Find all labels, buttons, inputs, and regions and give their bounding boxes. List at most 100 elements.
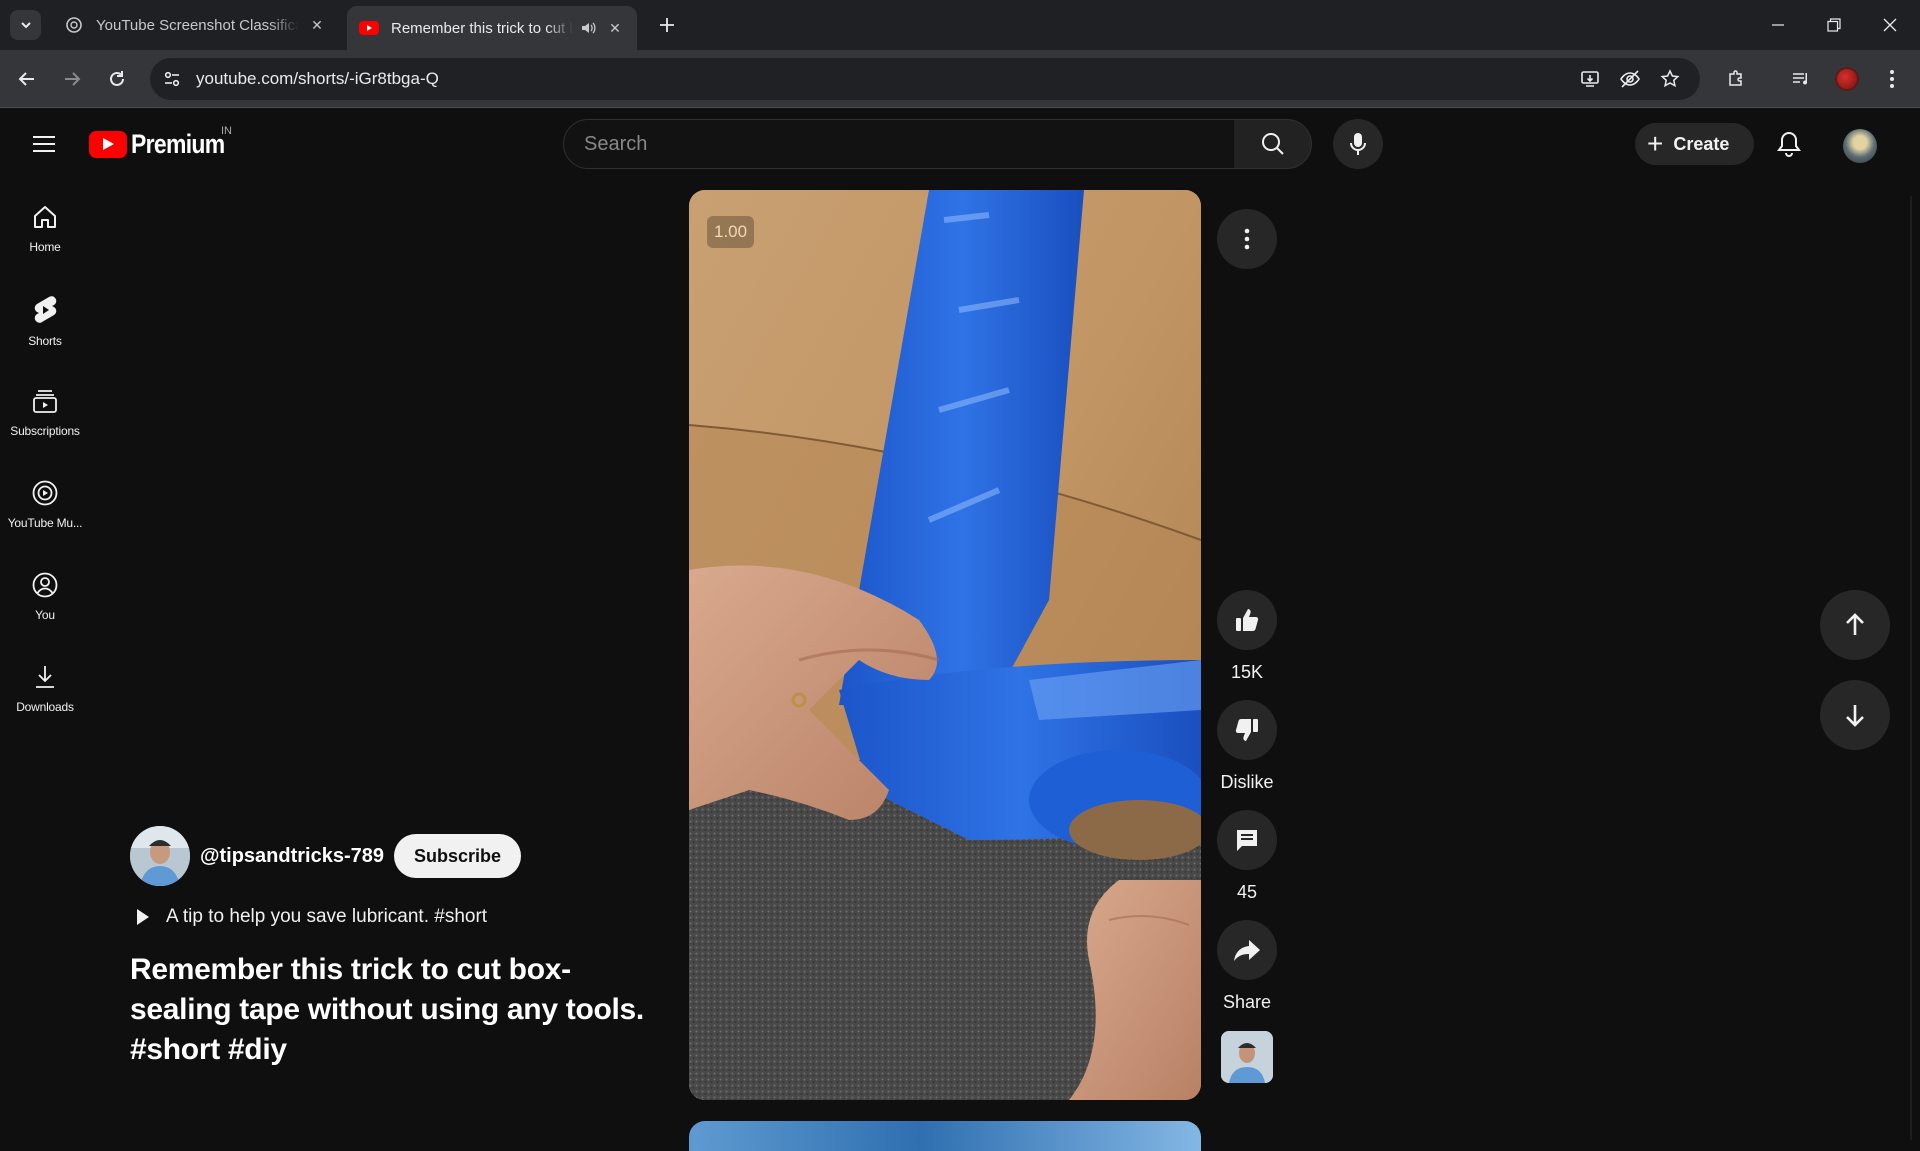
arrow-left-icon: [18, 72, 34, 86]
channel-handle[interactable]: @tipsandtricks-789: [200, 845, 384, 868]
sound-thumbnail[interactable]: [1221, 1031, 1273, 1083]
guide-item-shorts[interactable]: Shorts: [0, 272, 90, 348]
guide-item-home[interactable]: Home: [0, 180, 90, 256]
more-actions-button[interactable]: [1217, 209, 1277, 269]
tab-search-button[interactable]: [10, 10, 41, 40]
tab-youtube-classification[interactable]: YouTube Screenshot Classificati ✕: [52, 6, 339, 44]
next-short-button[interactable]: [1820, 680, 1890, 750]
voice-search-button[interactable]: [1333, 119, 1383, 169]
guide-item-you[interactable]: You: [0, 548, 90, 624]
reload-button[interactable]: [99, 61, 135, 97]
browser-toolbar: youtube.com/shorts/-iGr8tbga-Q: [0, 50, 1920, 108]
plus-icon: +: [1647, 128, 1664, 159]
install-app-icon[interactable]: [1572, 61, 1608, 97]
eye-off-icon[interactable]: [1612, 61, 1648, 97]
close-window-button[interactable]: [1862, 0, 1918, 50]
forward-button[interactable]: [54, 61, 90, 97]
like-action[interactable]: 15K: [1210, 590, 1284, 683]
openai-icon: [64, 15, 84, 35]
account-avatar[interactable]: [1843, 129, 1877, 163]
shorts-icon: [34, 296, 57, 323]
tab-remember-trick[interactable]: Remember this trick to cut box-sealing ✕: [347, 6, 637, 50]
arrow-down-icon: [1846, 705, 1864, 727]
thumbs-down-icon: [1235, 719, 1258, 741]
close-tab-icon[interactable]: ✕: [307, 15, 327, 35]
youtube-favicon-icon: [359, 18, 379, 38]
reload-icon: [110, 71, 124, 86]
microphone-icon: [1350, 133, 1366, 155]
guide-item-youtube-music[interactable]: YouTube Mu...: [0, 456, 90, 532]
comments-button[interactable]: [1217, 810, 1277, 870]
more-menu-icon[interactable]: [1874, 61, 1910, 97]
logo-text: Premium: [131, 128, 225, 159]
channel-row: @tipsandtricks-789 Subscribe: [130, 826, 522, 886]
share-arrow-icon: [1234, 940, 1260, 961]
site-info-button[interactable]: [154, 61, 190, 97]
back-button[interactable]: [9, 61, 45, 97]
minimize-button[interactable]: [1750, 0, 1806, 50]
video-frame: [689, 190, 1201, 1100]
minimize-icon: [1772, 24, 1784, 26]
subscriptions-icon: [33, 390, 57, 413]
play-triangle-icon: [137, 909, 149, 925]
playback-speed-badge: 1.00: [707, 216, 755, 248]
close-icon: [1883, 18, 1897, 32]
tab-title: Remember this trick to cut box-sealing: [391, 19, 573, 37]
guide-item-subscriptions[interactable]: Subscriptions: [0, 364, 90, 440]
channel-avatar[interactable]: [130, 826, 190, 886]
search-button[interactable]: [1234, 119, 1312, 169]
notifications-button[interactable]: [1769, 124, 1809, 164]
guide-item-label: You: [35, 608, 55, 622]
share-button[interactable]: [1217, 920, 1277, 980]
hamburger-menu-icon: [33, 136, 55, 152]
create-button[interactable]: + Create: [1635, 123, 1754, 165]
close-tab-icon[interactable]: ✕: [605, 18, 625, 38]
downloads-icon: [36, 666, 54, 688]
page-scrollbar[interactable]: [1910, 196, 1912, 1140]
next-short-preview[interactable]: [689, 1121, 1201, 1151]
you-icon: [32, 572, 58, 598]
restore-icon: [1827, 18, 1841, 32]
country-code: IN: [221, 125, 232, 137]
guide-item-label: Downloads: [16, 700, 74, 714]
arrow-up-icon: [1846, 613, 1864, 635]
new-tab-button[interactable]: [652, 10, 682, 40]
speaker-icon[interactable]: [579, 19, 597, 37]
share-action[interactable]: Share: [1210, 920, 1284, 1013]
guide-menu-button[interactable]: [24, 124, 64, 164]
tab-title: YouTube Screenshot Classificati: [96, 16, 299, 34]
previous-short-button[interactable]: [1820, 590, 1890, 660]
short-title: Remember this trick to cut box-sealing t…: [130, 953, 644, 1066]
guide-item-label: Shorts: [28, 334, 62, 348]
guide-item-label: YouTube Mu...: [7, 516, 83, 530]
subscribe-button[interactable]: Subscribe: [394, 834, 522, 878]
bookmark-star-icon[interactable]: [1652, 61, 1688, 97]
like-count: 15K: [1230, 662, 1264, 682]
thumbs-up-icon: [1236, 609, 1259, 631]
search-input[interactable]: Search: [563, 119, 1235, 169]
media-control-icon[interactable]: [1783, 61, 1819, 97]
like-button[interactable]: [1217, 590, 1277, 650]
guide-item-downloads[interactable]: Downloads: [0, 640, 90, 716]
bell-icon: [1777, 131, 1801, 157]
profile-avatar[interactable]: [1829, 61, 1865, 97]
description-row[interactable]: A tip to help you save lubricant. #short: [130, 906, 487, 928]
create-label: Create: [1673, 133, 1730, 154]
url-text[interactable]: youtube.com/shorts/-iGr8tbga-Q: [196, 69, 439, 89]
more-vertical-icon: [1244, 228, 1250, 250]
arrow-right-icon: [65, 72, 81, 86]
restore-button[interactable]: [1806, 0, 1862, 50]
dislike-action[interactable]: Dislike: [1210, 700, 1284, 793]
youtube-logo-icon: [89, 130, 127, 158]
comments-action[interactable]: 45: [1210, 810, 1284, 903]
tune-icon: [164, 71, 180, 87]
extensions-icon[interactable]: [1718, 61, 1754, 97]
dislike-button[interactable]: [1217, 700, 1277, 760]
guide-item-label: Home: [29, 240, 61, 254]
short-video-player[interactable]: 1.00: [689, 190, 1201, 1100]
youtube-premium-logo[interactable]: Premium: [89, 129, 241, 159]
home-icon: [34, 206, 56, 228]
guide-item-label: Subscriptions: [10, 424, 80, 438]
address-bar[interactable]: youtube.com/shorts/-iGr8tbga-Q: [150, 58, 1700, 100]
dislike-label: Dislike: [1220, 772, 1274, 792]
